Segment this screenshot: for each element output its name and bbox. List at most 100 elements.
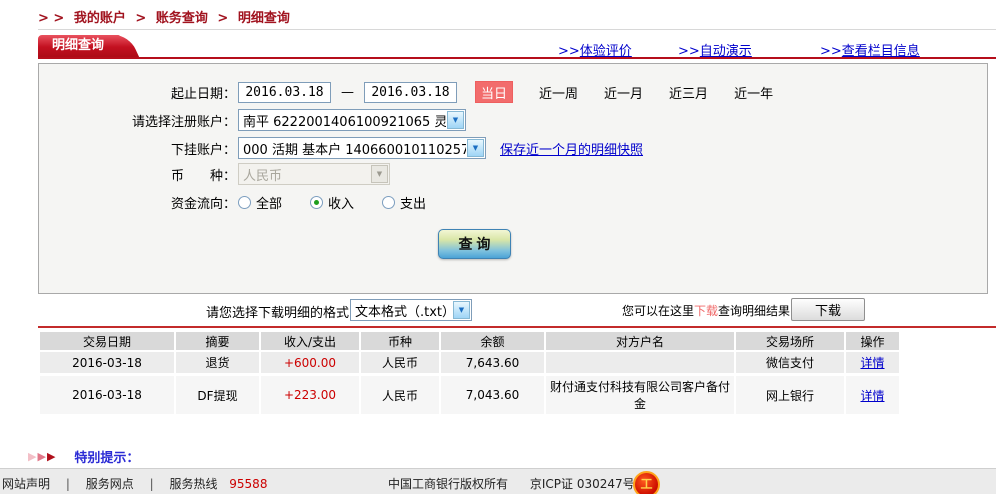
cell-action: 详情 [845, 375, 900, 416]
special-notice-label: 特别提示： [74, 447, 139, 466]
col-header-amount: 收入/支出 [260, 332, 360, 351]
cell-amount: +223.00 [260, 375, 360, 416]
radio-icon[interactable] [382, 196, 395, 209]
date-from-input[interactable] [238, 82, 331, 103]
footer-links: 网站声明 | 服务网点 | 服务热线 95588 [2, 475, 267, 492]
table-row: 2016-03-18 退货 +600.00 人民币 7,643.60 微信支付 … [40, 351, 900, 375]
date-range-label: 起止日期： [39, 83, 236, 102]
footer-separator: | [66, 477, 70, 491]
link-view-column-info[interactable]: >>查看栏目信息 [820, 40, 920, 59]
footer-copyright: 中国工商银行版权所有 京ICP证 030247号 [388, 475, 635, 492]
footer: 网站声明 | 服务网点 | 服务热线 95588 中国工商银行版权所有 京ICP… [0, 468, 996, 494]
download-format-label: 请您选择下载明细的格式 [206, 302, 349, 321]
sub-account-row: 下挂账户： 000 活期 基本户 1406600101102571848 ▼ 保… [39, 136, 987, 160]
chevron-down-icon: ▼ [371, 165, 388, 183]
col-header-currency: 币种 [360, 332, 440, 351]
registered-account-value: 南平 6222001406100921065 灵通卡 [239, 111, 446, 130]
breadcrumb-item-account-query[interactable]: 账务查询 [156, 11, 208, 26]
download-format-value: 文本格式（.txt） [351, 301, 452, 320]
cell-currency: 人民币 [360, 351, 440, 375]
sub-account-select[interactable]: 000 活期 基本户 1406600101102571848 ▼ [238, 137, 486, 159]
registered-account-label: 请选择注册账户： [39, 111, 236, 130]
flow-option-expense[interactable]: 支出 [382, 193, 426, 212]
date-range-row: 起止日期： — 当日 近一周 近一月 近三月 近一年 [39, 80, 987, 104]
footer-link-branches[interactable]: 服务网点 [86, 477, 134, 491]
breadcrumb-separator: > [135, 11, 146, 26]
cell-amount: +600.00 [260, 351, 360, 375]
currency-value: 人民币 [239, 165, 370, 184]
footer-separator: | [150, 477, 154, 491]
registered-account-row: 请选择注册账户： 南平 6222001406100921065 灵通卡 ▼ [39, 108, 987, 132]
currency-label: 币 种： [39, 165, 236, 184]
link-label[interactable]: 自动演示 [700, 44, 752, 59]
download-inline-link[interactable]: 下载 [694, 304, 718, 318]
breadcrumb-item-my-account[interactable]: 我的账户 [74, 11, 126, 26]
col-header-balance: 余额 [440, 332, 545, 351]
special-notice: ▶ ▶ ▶ 特别提示： [28, 447, 139, 466]
date-to-input[interactable] [364, 82, 457, 103]
fund-flow-row: 资金流向： 全部 收入 支出 [39, 190, 987, 214]
chevron-down-icon[interactable]: ▼ [447, 111, 464, 129]
fund-flow-label: 资金流向： [39, 193, 236, 212]
detail-link[interactable]: 详情 [860, 356, 884, 370]
double-chevron-icon: >> [820, 44, 842, 59]
query-form-panel: 起止日期： — 当日 近一周 近一月 近三月 近一年 请选择注册账户： 南平 6… [38, 63, 988, 294]
bank-seal-icon: 工 [633, 471, 660, 494]
registered-account-select[interactable]: 南平 6222001406100921065 灵通卡 ▼ [238, 109, 466, 131]
flow-option-label: 全部 [256, 193, 282, 212]
table-header-row: 交易日期 摘要 收入/支出 币种 余额 对方户名 交易场所 操作 [40, 332, 900, 351]
table-row: 2016-03-18 DF提现 +223.00 人民币 7,043.60 财付通… [40, 375, 900, 416]
cell-action: 详情 [845, 351, 900, 375]
table-top-divider [38, 326, 996, 328]
link-auto-demo[interactable]: >>自动演示 [678, 40, 752, 59]
transactions-table: 交易日期 摘要 收入/支出 币种 余额 对方户名 交易场所 操作 2016-03… [40, 332, 901, 417]
footer-hotline-number: 95588 [229, 477, 267, 491]
col-header-counterparty: 对方户名 [545, 332, 735, 351]
breadcrumb-divider [38, 29, 996, 30]
radio-checked-icon[interactable] [310, 196, 323, 209]
cell-currency: 人民币 [360, 375, 440, 416]
double-chevron-icon: >> [558, 44, 580, 59]
query-button[interactable]: 查 询 [438, 229, 511, 259]
chevron-down-icon[interactable]: ▼ [467, 139, 484, 157]
chevron-down-icon[interactable]: ▼ [453, 301, 470, 319]
link-label[interactable]: 体验评价 [580, 44, 632, 59]
cell-summary: DF提现 [175, 375, 260, 416]
flow-option-all[interactable]: 全部 [238, 193, 282, 212]
breadcrumb-item-detail-query[interactable]: 明细查询 [238, 11, 290, 26]
breadcrumb-separator: > [217, 11, 228, 26]
cell-date: 2016-03-18 [40, 375, 175, 416]
download-format-select[interactable]: 文本格式（.txt） ▼ [350, 299, 472, 321]
quick-range-month[interactable]: 近一月 [604, 83, 643, 102]
flow-option-label: 支出 [400, 193, 426, 212]
download-hint-suffix: 查询明细结果 [718, 304, 790, 318]
quick-range-year[interactable]: 近一年 [734, 83, 773, 102]
col-header-summary: 摘要 [175, 332, 260, 351]
cell-summary: 退货 [175, 351, 260, 375]
cell-balance: 7,043.60 [440, 375, 545, 416]
triangle-arrow-icon: ▶ [47, 450, 55, 463]
detail-query-page: > > 我的账户 > 账务查询 > 明细查询 明细查询 >>体验评价 >>自动演… [0, 0, 996, 494]
quick-range-quarter[interactable]: 近三月 [669, 83, 708, 102]
flow-option-income[interactable]: 收入 [310, 193, 354, 212]
currency-row: 币 种： 人民币 ▼ [39, 162, 987, 186]
today-button[interactable]: 当日 [475, 81, 513, 103]
cell-counterparty [545, 351, 735, 375]
link-label[interactable]: 查看栏目信息 [842, 44, 920, 59]
link-experience-evaluation[interactable]: >>体验评价 [558, 40, 632, 59]
download-button[interactable]: 下载 [791, 298, 865, 321]
radio-icon[interactable] [238, 196, 251, 209]
triangle-arrow-icon: ▶ [28, 450, 36, 463]
save-snapshot-link[interactable]: 保存近一个月的明细快照 [500, 139, 643, 158]
breadcrumb-arrows: > > [38, 11, 64, 26]
cell-channel: 微信支付 [735, 351, 845, 375]
breadcrumb: > > 我的账户 > 账务查询 > 明细查询 [38, 7, 295, 26]
download-hint: 您可以在这里下载查询明细结果 [622, 302, 790, 319]
footer-link-statement[interactable]: 网站声明 [2, 477, 50, 491]
sub-account-value: 000 活期 基本户 1406600101102571848 [239, 139, 466, 158]
sub-account-label: 下挂账户： [39, 139, 236, 158]
quick-range-week[interactable]: 近一周 [539, 83, 578, 102]
detail-link[interactable]: 详情 [860, 389, 884, 403]
cell-date: 2016-03-18 [40, 351, 175, 375]
double-chevron-icon: >> [678, 44, 700, 59]
